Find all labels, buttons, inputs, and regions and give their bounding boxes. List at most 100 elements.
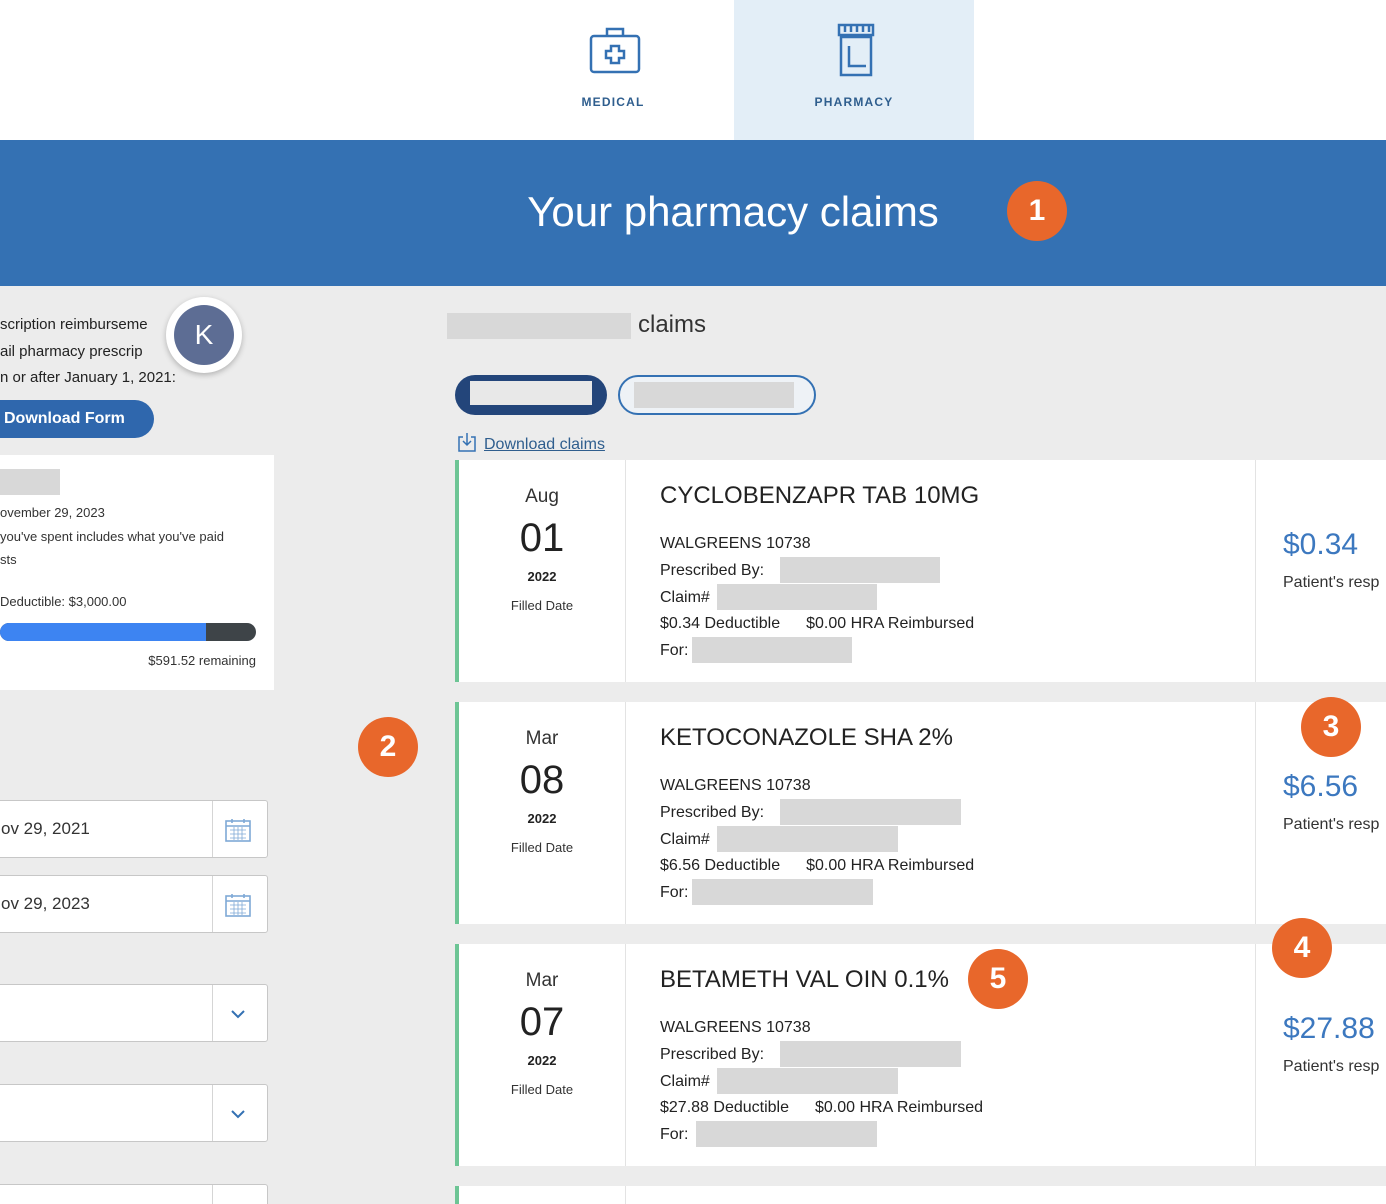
deductible-remaining: $591.52 remaining (148, 653, 256, 668)
drug-name: BETAMETH VAL OIN 0.1% (660, 966, 949, 993)
deductible-progress-fill (0, 623, 206, 641)
claim-date: Mar 08 2022 Filled Date (459, 702, 626, 924)
deductible-note-2: sts (0, 552, 17, 567)
tab-medical-label: MEDICAL (581, 95, 645, 109)
avatar[interactable]: K (166, 297, 242, 373)
member-filter-pill-active[interactable] (455, 375, 607, 415)
filter-select-2[interactable] (0, 1084, 268, 1142)
claim-month: Mar (525, 970, 559, 991)
claim-date: Aug 01 2022 Filled Date (459, 460, 626, 682)
pharmacy-name: WALGREENS 10738 (660, 1019, 811, 1036)
start-date-value: ov 29, 2021 (1, 819, 90, 838)
patient-responsibility-amount: $6.56 (1283, 770, 1359, 803)
calendar-icon[interactable] (225, 893, 251, 917)
claim-date (459, 1186, 626, 1204)
annotation-badge-5: 5 (968, 949, 1028, 1009)
reimbursement-text-line-3: n or after January 1, 2021: (0, 369, 176, 386)
claim-for: For: (660, 884, 688, 902)
field-divider (212, 801, 213, 857)
filled-date-label: Filled Date (510, 840, 574, 855)
download-claims-label: Download claims (484, 436, 605, 453)
field-divider (212, 876, 213, 932)
drug-name: KETOCONAZOLE SHA 2% (660, 724, 953, 751)
claim-card[interactable]: Mar 07 2022 Filled Date BETAMETH VAL OIN… (455, 944, 1386, 1166)
hra-reimbursed: $0.00 HRA Reimbursed (814, 1099, 984, 1116)
claim-for: For: (660, 642, 688, 660)
claims-heading: claims (638, 311, 707, 338)
prescribed-by-label: Prescribed By: (660, 804, 765, 821)
field-divider (212, 1185, 213, 1204)
annotation-badge-3: 3 (1301, 697, 1361, 757)
pharmacy-name: WALGREENS 10738 (660, 777, 811, 794)
claim-year: 2022 (527, 1053, 557, 1068)
hra-reimbursed: $0.00 HRA Reimbursed (806, 615, 975, 632)
start-date-field[interactable]: ov 29, 2021 (0, 800, 268, 858)
deductible-amount: $27.88 Deductible (660, 1099, 789, 1116)
download-form-button[interactable]: Download Form (0, 400, 154, 438)
filter-select-1[interactable] (0, 984, 268, 1042)
claim-number: Claim# (660, 831, 710, 849)
column-divider (1255, 944, 1256, 1166)
claim-number-label: Claim# (660, 831, 710, 848)
for-label: For: (660, 1126, 689, 1143)
pill-bottle-icon (837, 23, 875, 77)
tab-medical[interactable]: MEDICAL (493, 0, 733, 140)
redacted-prescriber (780, 557, 940, 583)
patient-responsibility-amount: $27.88 (1283, 1012, 1375, 1045)
member-filter-pill[interactable] (618, 375, 816, 415)
chevron-down-icon (231, 1110, 245, 1119)
claim-for: For: (660, 1126, 688, 1144)
claim-card[interactable]: Aug 01 2022 Filled Date CYCLOBENZAPR TAB… (455, 460, 1386, 682)
filter-select-3[interactable] (0, 1184, 268, 1204)
redacted-member-name (447, 313, 631, 339)
redacted-pill-label (634, 382, 794, 408)
claim-day: 01 (519, 516, 565, 560)
prescribed-by-label: Prescribed By: (660, 1046, 765, 1063)
annotation-badge-1: 1 (1007, 181, 1067, 241)
for-label: For: (660, 642, 689, 659)
drug-name: CYCLOBENZAPR TAB 10MG (660, 482, 980, 509)
annotation-badge-2: 2 (358, 717, 418, 777)
filled-date-label: Filled Date (510, 598, 574, 613)
patient-responsibility-amount: $0.34 (1283, 528, 1359, 561)
claim-amounts: $0.34 Deductible $0.00 HRA Reimbursed (660, 615, 974, 633)
annotation-badge-4: 4 (1272, 918, 1332, 978)
claim-number: Claim# (660, 1073, 710, 1091)
download-icon (458, 433, 476, 452)
end-date-field[interactable]: ov 29, 2023 (0, 875, 268, 933)
deductible-date: ovember 29, 2023 (0, 505, 105, 520)
redacted-claim-number (717, 584, 877, 610)
patient-responsibility-label: Patient's resp (1283, 1058, 1380, 1075)
avatar-letter: K (174, 305, 234, 365)
claim-number: Claim# (660, 589, 710, 607)
claim-amounts: $6.56 Deductible $0.00 HRA Reimbursed (660, 857, 974, 875)
claim-month: Aug (525, 486, 559, 507)
redacted-name (0, 469, 60, 495)
column-divider (1255, 460, 1256, 682)
page-title: Your pharmacy claims (527, 188, 939, 235)
tab-pharmacy[interactable]: PHARMACY (734, 0, 974, 140)
chevron-down-icon (231, 1010, 245, 1019)
redacted-claim-number (717, 1068, 898, 1094)
prescribed-by-label: Prescribed By: (660, 562, 765, 579)
deductible-card: ovember 29, 2023 you've spent includes w… (0, 455, 274, 690)
field-divider (212, 985, 213, 1041)
prescribed-by: Prescribed By: (660, 804, 764, 822)
deductible-amount: $0.34 Deductible (660, 615, 781, 632)
calendar-icon[interactable] (225, 818, 251, 842)
claim-card[interactable]: Mar 08 2022 Filled Date KETOCONAZOLE SHA… (455, 702, 1386, 924)
end-date-value: ov 29, 2023 (1, 894, 90, 913)
reimbursement-text-line-2: ail pharmacy prescrip (0, 343, 143, 360)
redacted-pill-label (470, 381, 592, 405)
medical-kit-icon (589, 27, 641, 74)
deductible-label: Deductible: $3,000.00 (0, 594, 127, 609)
claim-day: 07 (519, 1000, 565, 1044)
prescribed-by: Prescribed By: (660, 562, 764, 580)
claim-number-label: Claim# (660, 1073, 710, 1090)
download-claims-link[interactable]: Download claims (458, 432, 605, 454)
for-label: For: (660, 884, 689, 901)
redacted-prescriber (780, 799, 961, 825)
field-divider (212, 1085, 213, 1141)
deductible-progress-bar (0, 623, 256, 641)
claim-card[interactable] (455, 1186, 1386, 1204)
